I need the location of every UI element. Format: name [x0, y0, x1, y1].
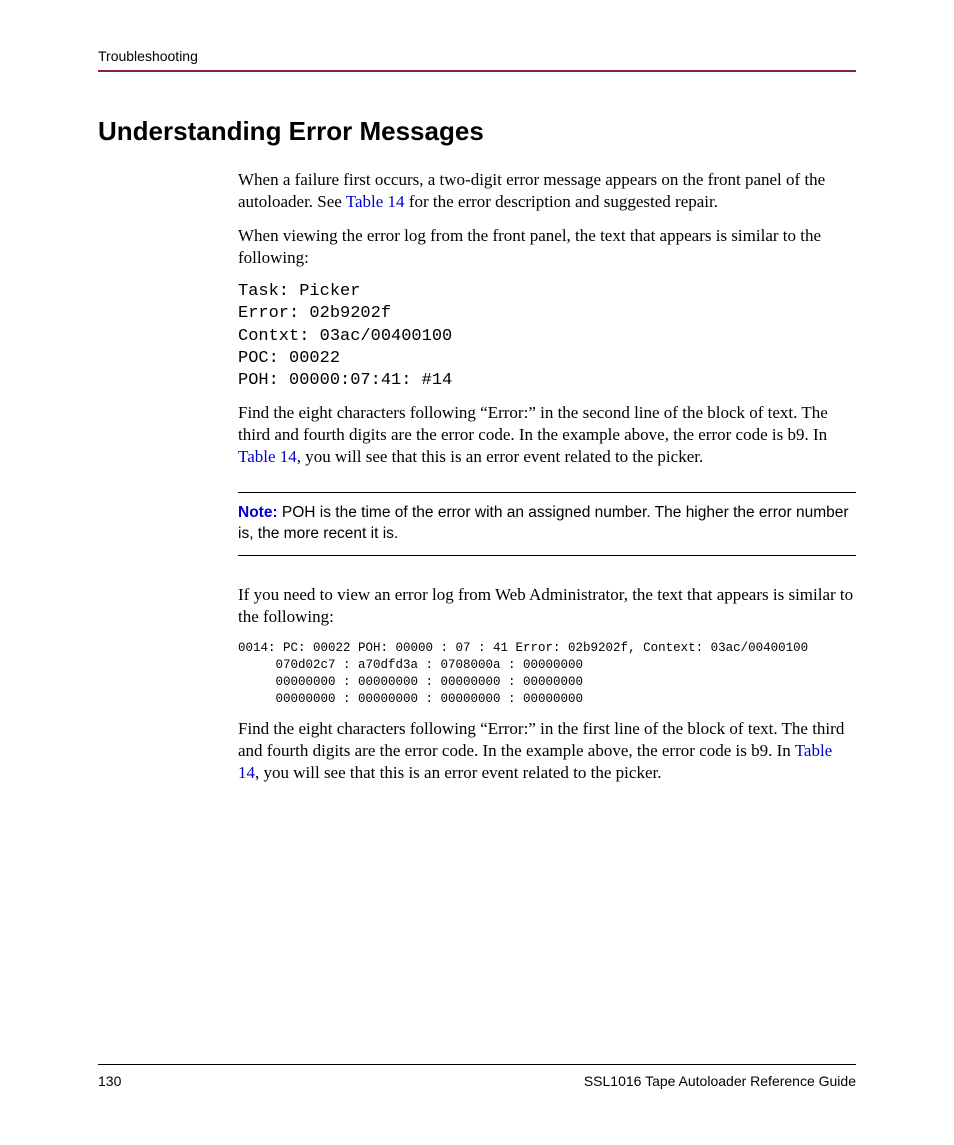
p3-text-1: Find the eight characters following “Err…	[238, 403, 828, 444]
paragraph-4: If you need to view an error log from We…	[238, 584, 856, 628]
p5-text-1: Find the eight characters following “Err…	[238, 719, 844, 760]
footer-rule	[98, 1064, 856, 1065]
section-title: Understanding Error Messages	[98, 116, 856, 147]
table-14-link[interactable]: Table 14	[238, 447, 297, 466]
paragraph-1: When a failure first occurs, a two-digit…	[238, 169, 856, 213]
paragraph-3: Find the eight characters following “Err…	[238, 402, 856, 468]
note-label: Note:	[238, 504, 278, 521]
p1-text-2: for the error description and suggested …	[405, 192, 718, 211]
running-header: Troubleshooting	[98, 48, 856, 64]
note-body: POH is the time of the error with an ass…	[238, 504, 849, 542]
paragraph-2: When viewing the error log from the fron…	[238, 225, 856, 269]
note-rule-top	[238, 492, 856, 493]
note-text: Note: POH is the time of the error with …	[238, 503, 856, 545]
paragraph-5: Find the eight characters following “Err…	[238, 718, 856, 784]
error-log-front-panel: Task: Picker Error: 02b9202f Contxt: 03a…	[238, 281, 856, 391]
p5-text-2: , you will see that this is an error eve…	[255, 763, 661, 782]
table-14-link[interactable]: Table 14	[346, 192, 405, 211]
note-box: Note: POH is the time of the error with …	[238, 492, 856, 556]
page-footer: 130 SSL1016 Tape Autoloader Reference Gu…	[98, 1064, 856, 1089]
body-content: When a failure first occurs, a two-digit…	[238, 169, 856, 784]
header-rule	[98, 70, 856, 72]
error-log-web-admin: 0014: PC: 00022 POH: 00000 : 07 : 41 Err…	[238, 640, 856, 708]
note-rule-bottom	[238, 555, 856, 556]
document-title: SSL1016 Tape Autoloader Reference Guide	[584, 1073, 856, 1089]
p3-text-2: , you will see that this is an error eve…	[297, 447, 703, 466]
page-number: 130	[98, 1073, 121, 1089]
